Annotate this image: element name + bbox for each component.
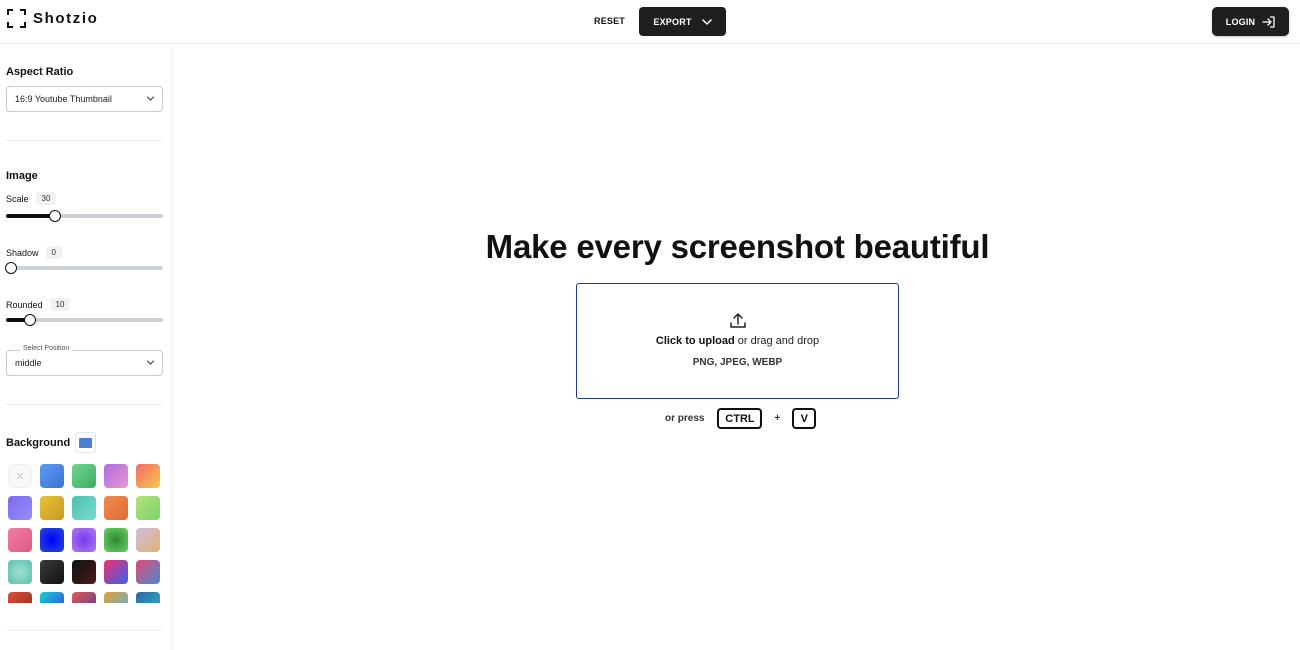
reset-button[interactable]: RESET — [588, 11, 631, 31]
image-section-title: Image — [6, 170, 38, 182]
divider — [6, 404, 163, 405]
plus-sign: + — [774, 413, 781, 424]
position-value: middle — [15, 358, 42, 368]
current-background-swatch[interactable] — [75, 432, 96, 453]
ctrl-key: CTRL — [717, 408, 763, 429]
background-swatch[interactable] — [72, 560, 96, 584]
background-swatch[interactable] — [40, 560, 64, 584]
rounded-label-text: Rounded — [6, 299, 43, 310]
chevron-down-icon — [146, 96, 155, 101]
background-swatch[interactable] — [136, 528, 160, 552]
scale-value-badge: 30 — [35, 192, 57, 205]
upload-cta: Click to upload — [655, 335, 735, 347]
aspect-ratio-select[interactable]: 16:9 Youtube Thumbnail — [6, 86, 163, 112]
slider-fill — [6, 214, 56, 218]
background-swatch[interactable] — [104, 592, 128, 603]
background-section-title: Background — [6, 437, 71, 449]
background-swatch[interactable] — [104, 560, 128, 584]
export-button[interactable]: EXPORT — [639, 7, 726, 36]
login-button[interactable]: LOGIN — [1212, 7, 1289, 36]
rounded-label: Rounded 10 — [6, 298, 71, 311]
login-arrow-icon — [1262, 15, 1275, 28]
hero-title: Make every screenshot beautiful — [485, 228, 990, 265]
upload-rest: or drag and drop — [734, 335, 820, 347]
background-swatch[interactable] — [40, 528, 64, 552]
background-swatch[interactable] — [136, 592, 160, 603]
background-swatch-grid: ✕ — [8, 464, 168, 603]
background-swatch[interactable] — [104, 464, 128, 488]
background-swatch[interactable] — [8, 528, 32, 552]
scale-slider[interactable] — [6, 210, 163, 222]
slider-thumb[interactable] — [49, 210, 62, 222]
export-label: EXPORT — [653, 16, 692, 27]
logo-frame-icon — [7, 9, 26, 28]
background-swatch[interactable] — [72, 592, 96, 603]
divider — [6, 140, 163, 141]
background-swatch[interactable] — [40, 464, 64, 488]
upload-dropzone[interactable]: Click to upload or drag and drop PNG, JP… — [576, 283, 899, 399]
aspect-ratio-value: 16:9 Youtube Thumbnail — [15, 94, 112, 104]
background-swatch[interactable] — [72, 496, 96, 520]
background-swatch[interactable] — [8, 560, 32, 584]
background-swatch[interactable] — [40, 496, 64, 520]
aspect-ratio-title: Aspect Ratio — [6, 66, 74, 78]
paste-shortcut-hint: or press CTRL + V — [665, 408, 817, 429]
upload-instruction: Click to upload or drag and drop — [577, 335, 898, 347]
slider-track — [6, 266, 163, 270]
background-swatch[interactable] — [72, 528, 96, 552]
current-background-color — [79, 437, 92, 448]
background-swatch[interactable] — [40, 592, 64, 603]
chevron-down-icon — [701, 18, 712, 25]
position-select[interactable]: Select Position middle — [6, 345, 163, 376]
top-header: Shotzio RESET EXPORT LOGIN — [0, 0, 1300, 44]
background-swatch[interactable] — [8, 496, 32, 520]
background-swatch[interactable] — [8, 592, 32, 603]
login-label: LOGIN — [1225, 16, 1256, 27]
rounded-slider[interactable] — [6, 314, 163, 326]
v-key: V — [792, 408, 817, 429]
scale-label-text: Scale — [6, 193, 29, 204]
app-name: Shotzio — [33, 10, 99, 27]
background-swatch[interactable] — [104, 496, 128, 520]
scale-label: Scale 30 — [6, 192, 57, 205]
chevron-down-icon — [146, 360, 155, 365]
shortcut-prefix: or press — [665, 413, 705, 424]
position-select-legend: Select Position — [20, 345, 73, 352]
upload-icon — [730, 313, 746, 328]
background-swatch[interactable] — [104, 528, 128, 552]
background-swatch[interactable] — [72, 464, 96, 488]
divider — [6, 630, 163, 631]
background-swatch[interactable] — [136, 560, 160, 584]
rounded-value-badge: 10 — [49, 298, 71, 311]
no-background-swatch[interactable]: ✕ — [8, 464, 32, 488]
settings-sidebar: Aspect Ratio 16:9 Youtube Thumbnail Imag… — [0, 45, 172, 650]
app-logo[interactable]: Shotzio — [7, 9, 98, 28]
slider-thumb[interactable] — [24, 314, 37, 326]
upload-formats: PNG, JPEG, WEBP — [692, 357, 783, 368]
background-swatch[interactable] — [136, 496, 160, 520]
background-swatch[interactable] — [136, 464, 160, 488]
